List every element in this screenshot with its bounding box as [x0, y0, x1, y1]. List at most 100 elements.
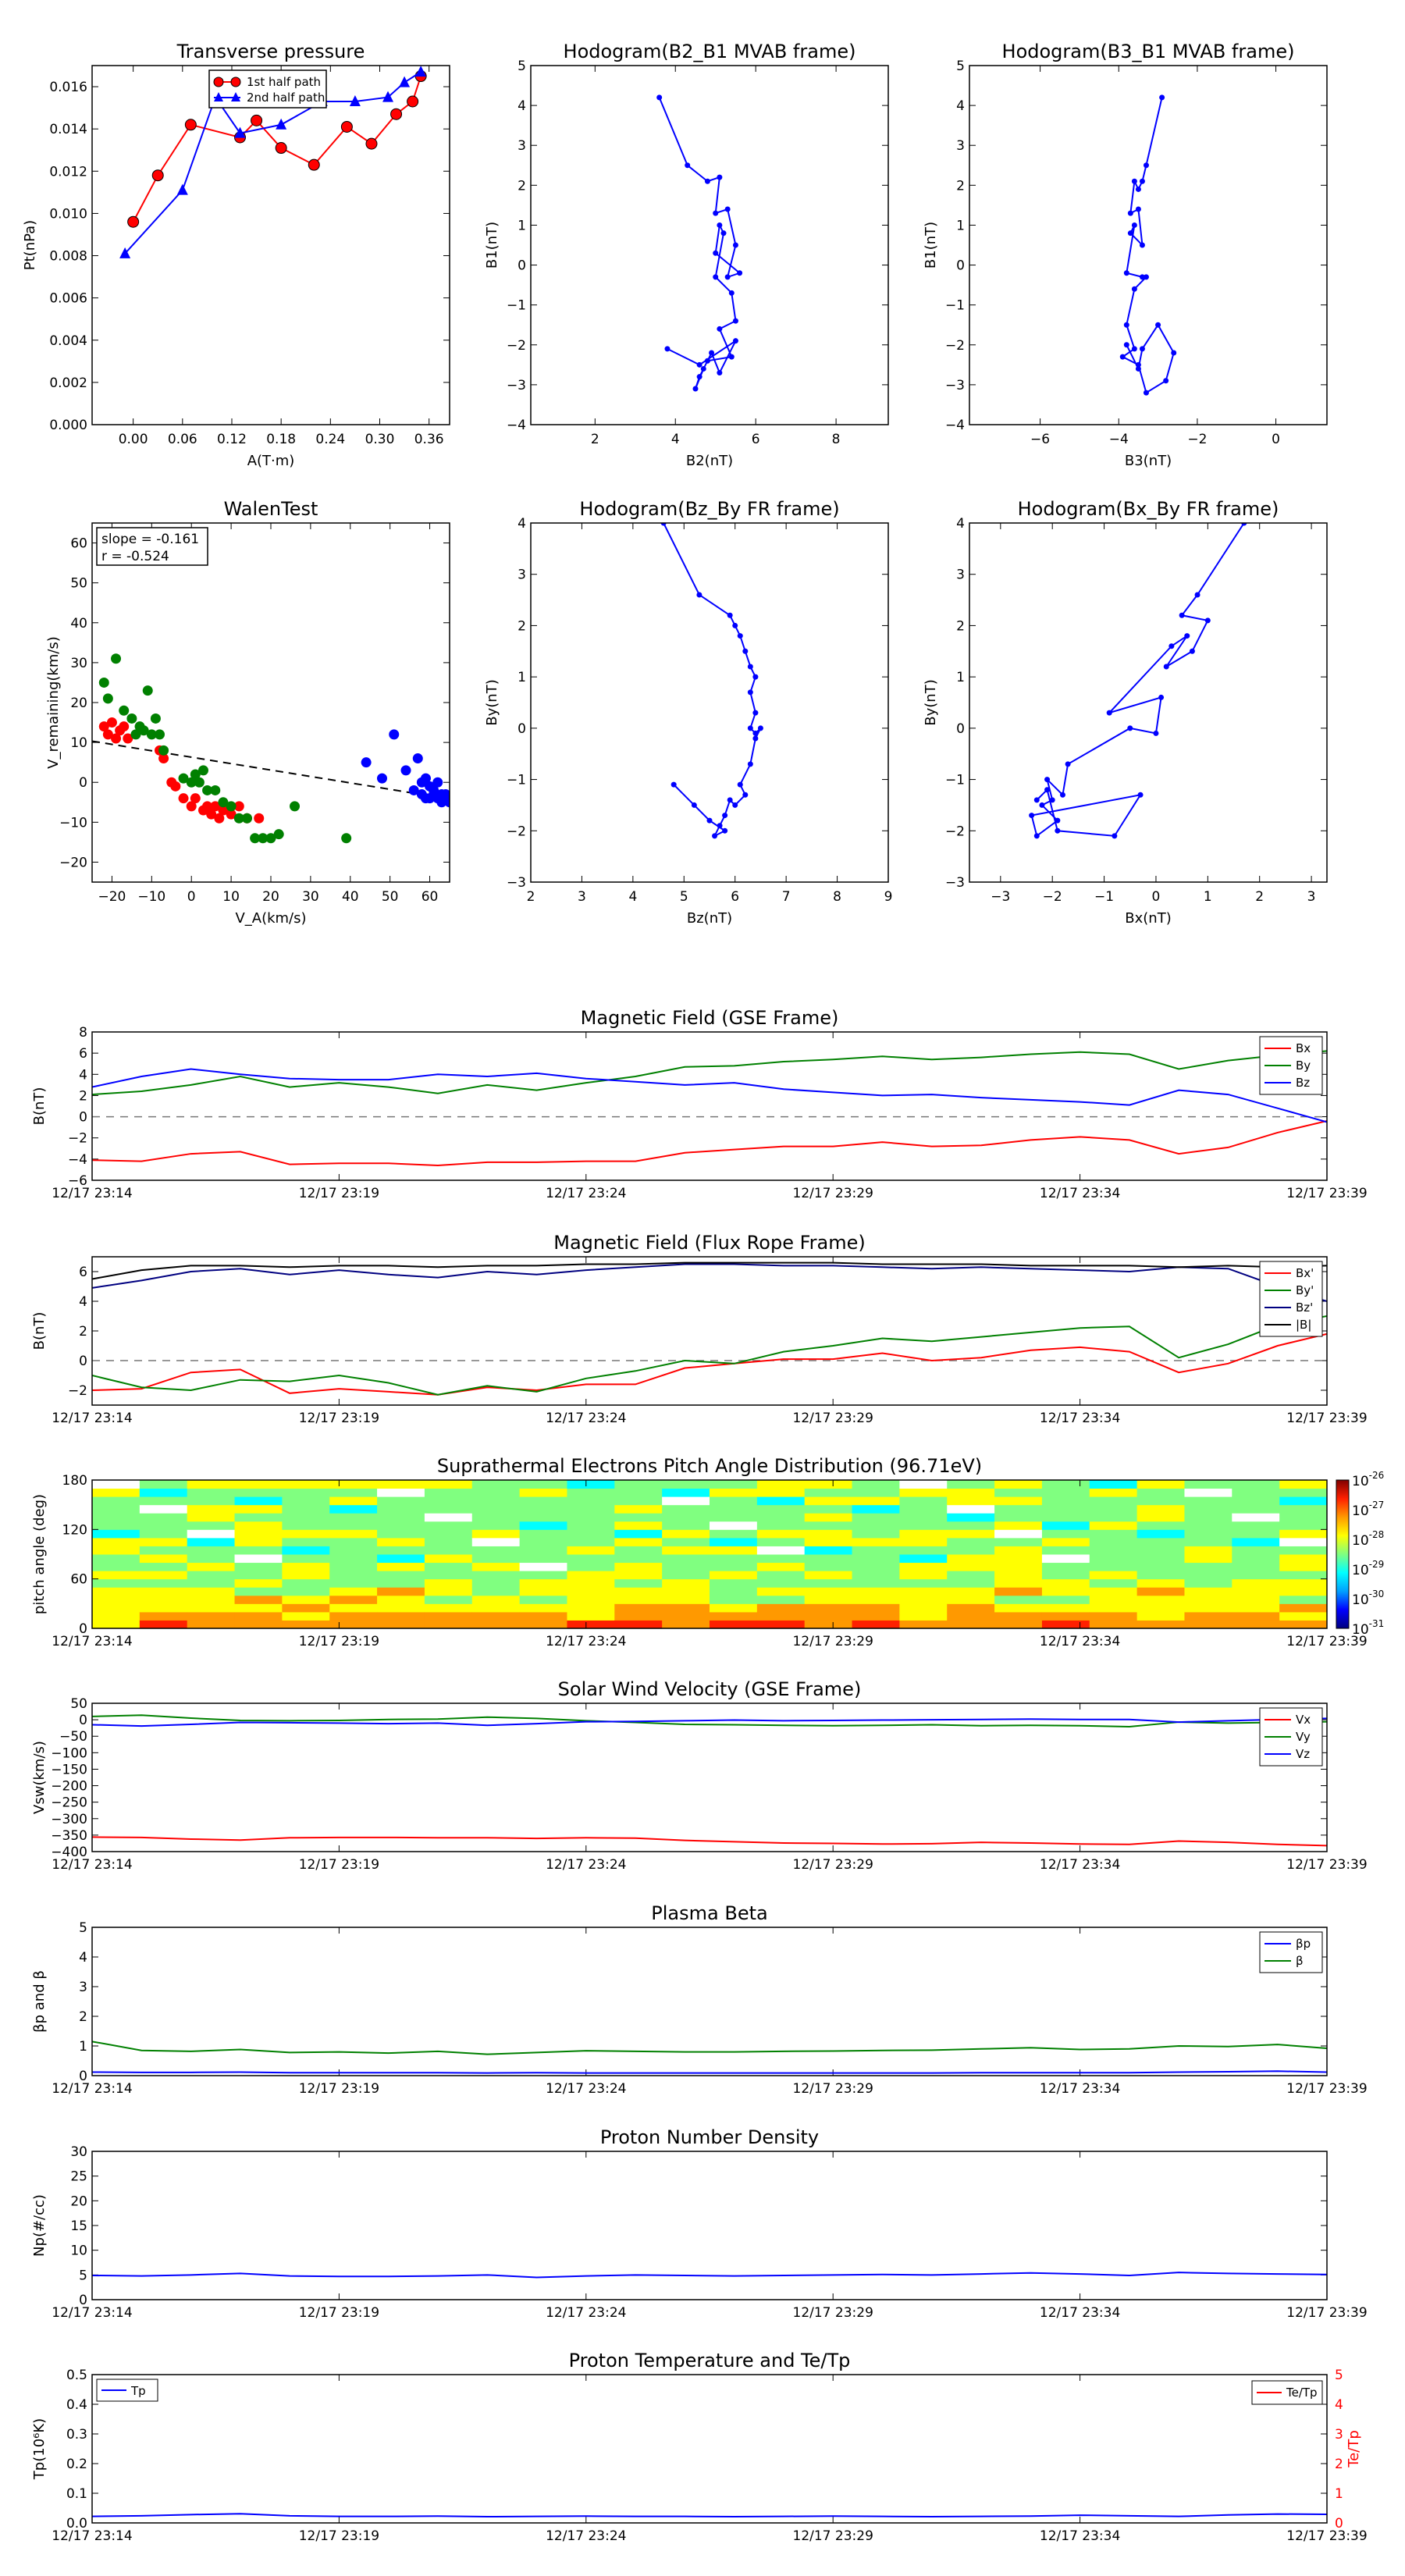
proton-temperature-ytick-label: 0.2: [66, 2457, 87, 2472]
sw-velocity-title: Solar Wind Velocity (GSE Frame): [558, 1678, 862, 1700]
pad-cell: [1136, 1504, 1185, 1514]
transverse-pressure-xtick-label: 0.12: [217, 432, 247, 447]
hodogram-bz-by-ylabel: By(nT): [484, 679, 500, 725]
hodogram-b2-b1-point: [732, 338, 738, 344]
pad-colorbar-tick: 10-29: [1352, 1559, 1384, 1578]
pad-cell: [1279, 1496, 1328, 1506]
hodogram-b2-b1-point: [717, 174, 723, 180]
pad-cell: [187, 1529, 236, 1539]
pad-cell: [92, 1611, 140, 1621]
plasma-beta-ytick-label: 5: [79, 1920, 87, 1936]
pad-cell: [804, 1488, 853, 1497]
walen-point-1: [341, 833, 352, 844]
pad-cell: [852, 1496, 900, 1506]
pt-point-triangle: [415, 66, 427, 77]
pad-cell: [329, 1496, 378, 1506]
walen-point-1: [111, 653, 122, 664]
pad-cell: [947, 1513, 995, 1522]
transverse-pressure-ylabel: Pt(nPa): [22, 220, 38, 270]
hodogram-bz-by-point: [747, 664, 753, 670]
hodogram-b3-b1-ytick-label: 1: [956, 218, 965, 233]
pad-cell: [1279, 1480, 1328, 1489]
hodogram-bx-by-plot-area: [1029, 523, 1247, 839]
pad-cell: [139, 1578, 188, 1588]
walen-test-plot-area: [92, 653, 450, 844]
pad-cell: [662, 1537, 710, 1546]
sw-velocity-ytick-label: −100: [51, 1745, 87, 1761]
transverse-pressure-chart: Transverse pressure 0.00 0.06 0.12 0.18 0.24 0…: [22, 41, 450, 469]
pad-cell: [852, 1611, 900, 1621]
pad-cell: [1041, 1546, 1090, 1555]
plasma-beta-frame: [91, 1927, 1328, 2076]
pad-cell: [187, 1537, 236, 1546]
transverse-pressure-xtick-label: 0.18: [266, 432, 296, 447]
pad-cell: [994, 1546, 1043, 1555]
pad-cell: [614, 1496, 663, 1506]
sw-velocity-ytick-label: −150: [51, 1762, 87, 1777]
pad-cell: [756, 1521, 806, 1530]
hodogram-bz-by-point: [752, 730, 759, 736]
mag-gse-xtick-label: 12/17 23:34: [1040, 1186, 1120, 1201]
pad-cell: [519, 1546, 567, 1555]
proton-temperature-ylabel: Tp(10⁶K): [31, 2418, 48, 2480]
hodogram-b2-b1-point: [728, 354, 735, 360]
mag-gse-xtick-label: 12/17 23:19: [299, 1186, 379, 1201]
walen-fit-line: [92, 740, 450, 800]
pad-cell: [1136, 1488, 1185, 1497]
transverse-pressure-ytick-label: 0.006: [49, 291, 87, 307]
pad-cell: [377, 1595, 425, 1604]
pad-cell: [899, 1504, 948, 1514]
pad-cell: [424, 1554, 473, 1564]
pad-cell: [1279, 1611, 1328, 1621]
pad-cell: [92, 1529, 140, 1539]
pad-cell: [1041, 1496, 1090, 1506]
pad-xtick-label: 12/17 23:34: [1040, 1634, 1120, 1649]
pad-cell: [1089, 1611, 1138, 1621]
pad-cell: [567, 1611, 615, 1621]
pad-cell: [282, 1480, 330, 1489]
pad-cell: [187, 1521, 236, 1530]
pad-cell: [1089, 1620, 1138, 1629]
pad-cell: [756, 1554, 806, 1564]
proton-temperature-ytick-label: 0.1: [66, 2486, 87, 2502]
pad-cell: [282, 1611, 330, 1621]
plasma-beta-legend-label-1: β: [1296, 1954, 1304, 1968]
pad-cell: [1232, 1620, 1280, 1629]
pad-cell: [614, 1562, 663, 1571]
hodogram-b2-b1-xtick-label: 6: [752, 432, 760, 447]
pad-cell: [756, 1537, 806, 1546]
pad-cell: [424, 1488, 473, 1497]
mag-gse-ytick-label: 4: [79, 1067, 87, 1083]
mag-gse-title: Magnetic Field (GSE Frame): [581, 1007, 839, 1029]
walen-point-0: [178, 793, 189, 804]
mag-fr-ylabel: B(nT): [31, 1312, 48, 1350]
sw-velocity-ytick-label: −250: [51, 1795, 87, 1811]
pad-cell: [519, 1620, 567, 1629]
pad-cell: [139, 1513, 188, 1522]
pad-cell: [947, 1578, 995, 1588]
pad-chart: Suprathermal Electrons Pitch Angle Distr…: [31, 1455, 1384, 1649]
pad-cell: [947, 1546, 995, 1555]
pad-cell: [947, 1521, 995, 1530]
proton-temperature-frame: [91, 2374, 1328, 2524]
hodogram-b2-b1-xtick-label: 4: [671, 432, 680, 447]
mag-fr-xtick-label: 12/17 23:34: [1040, 1411, 1120, 1426]
pad-colorbar-tick: 10-27: [1352, 1500, 1384, 1519]
hodogram-b3-b1-point: [1131, 346, 1137, 352]
pad-cell: [234, 1521, 283, 1530]
pad-cell: [994, 1513, 1043, 1522]
pad-cell: [1232, 1504, 1280, 1514]
pad-cell: [1041, 1620, 1090, 1629]
pad-cell: [1136, 1571, 1185, 1580]
pad-cell: [662, 1578, 710, 1588]
pad-cell: [710, 1603, 758, 1613]
pad-cell: [614, 1529, 663, 1539]
pad-cell: [662, 1546, 710, 1555]
walen-point-1: [98, 677, 109, 688]
pad-cell: [377, 1488, 425, 1497]
pad-cell: [567, 1480, 615, 1489]
hodogram-bx-by-point: [1059, 792, 1065, 798]
plasma-beta-xtick-label: 12/17 23:39: [1286, 2081, 1367, 2097]
hodogram-bx-by-ytick-label: 0: [956, 721, 965, 737]
pad-cell: [994, 1587, 1043, 1596]
